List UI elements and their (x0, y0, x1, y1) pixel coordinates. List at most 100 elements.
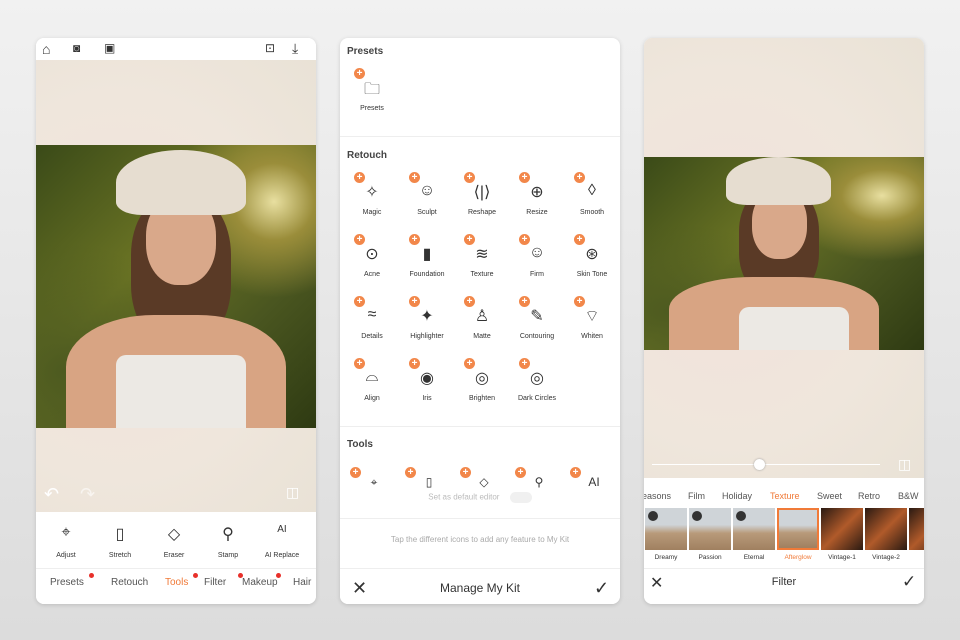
default-editor-toggle[interactable] (509, 492, 532, 503)
add-icon[interactable]: + (460, 467, 471, 478)
kit-item-align[interactable]: + ⌓ Align (344, 358, 400, 410)
compare-icon[interactable]: ⊡ (265, 41, 275, 55)
tool-label: AI Replace (264, 552, 300, 559)
filter-thumb-dreamy[interactable] (645, 508, 687, 550)
feature-icon: ⌓ (365, 368, 379, 385)
redo-icon[interactable]: ↷ (80, 484, 95, 505)
filter-category-sweet[interactable]: Sweet (817, 491, 842, 501)
photo (36, 145, 316, 428)
kit-item-texture[interactable]: + ≋ Texture (454, 234, 510, 286)
home-icon[interactable]: ⌂ (42, 41, 50, 57)
manage-kit-panel: Presets Retouch Tools Set as default edi… (340, 38, 620, 604)
compare-split-icon[interactable]: ◫ (286, 484, 299, 501)
tool-stamp[interactable]: ⚲ Stamp (200, 522, 256, 564)
tab-retouch[interactable]: Retouch (111, 577, 148, 588)
add-icon[interactable]: + (405, 467, 416, 478)
kit-item-reshape[interactable]: + ⟨|⟩ Reshape (454, 172, 510, 224)
kit-item-smooth[interactable]: + ◊ Smooth (564, 172, 620, 224)
kit-tool-item[interactable]: + ⌖ (344, 467, 400, 489)
compare-split-icon[interactable]: ◫ (898, 456, 911, 473)
kit-item-acne[interactable]: + ⊙ Acne (344, 234, 400, 286)
feature-icon: ⊙ (365, 246, 379, 263)
kit-tool-item[interactable]: + ⚲ (509, 467, 565, 489)
feature-label: Reshape (467, 209, 497, 216)
kit-item-matte[interactable]: + ♙ Matte (454, 296, 510, 348)
feature-icon: 🗀 (363, 81, 380, 98)
feature-icon: ◇ (479, 475, 489, 489)
panel-title: Filter (771, 576, 797, 588)
kit-item-foundation[interactable]: + ▮ Foundation (399, 234, 455, 286)
tool-eraser[interactable]: ◇ Eraser (146, 522, 202, 564)
feature-label: Contouring (519, 333, 555, 340)
kit-item-brighten[interactable]: + ◎ Brighten (454, 358, 510, 410)
tab-makeup[interactable]: Makeup (242, 577, 278, 588)
feature-label: Dark Circles (517, 395, 557, 402)
tab-hair[interactable]: Hair (293, 577, 311, 588)
filter-label: Dreamy (654, 554, 678, 561)
feature-label: Iris (422, 395, 432, 402)
tool-adjust[interactable]: ⌖ Adjust (38, 522, 94, 564)
feature-icon: ✧ (365, 184, 379, 201)
notification-dot (275, 573, 281, 578)
tool-stretch[interactable]: ▯ Stretch (92, 522, 148, 564)
feature-label: Foundation (409, 271, 445, 278)
add-icon[interactable]: + (350, 467, 361, 478)
filter-label: Vintage-1 (828, 554, 856, 561)
filter-thumb-vin[interactable] (909, 508, 924, 550)
kit-item-highlighter[interactable]: + ✦ Highlighter (399, 296, 455, 348)
kit-item-skin-tone[interactable]: + ⊛ Skin Tone (564, 234, 620, 286)
kit-item-presets[interactable]: + 🗀 Presets (344, 68, 400, 120)
kit-tool-item[interactable]: + AI (564, 467, 620, 489)
default-editor-label: Set as default editor (340, 492, 620, 503)
kit-item-whiten[interactable]: + ⌔ Whiten (564, 296, 620, 348)
filter-category-holiday[interactable]: Holiday (722, 491, 752, 501)
tool-label: Adjust (56, 552, 76, 559)
undo-icon[interactable]: ↶ (44, 484, 59, 505)
kit-item-contouring[interactable]: + ✎ Contouring (509, 296, 565, 348)
kit-item-iris[interactable]: + ◉ Iris (399, 358, 455, 410)
filter-thumb-eternal[interactable] (733, 508, 775, 550)
kit-item-resize[interactable]: + ⊕ Resize (509, 172, 565, 224)
confirm-check-icon[interactable]: ✓ (594, 578, 609, 599)
section-title-presets: Presets (347, 46, 384, 57)
kit-tool-item[interactable]: + ◇ (454, 467, 510, 489)
add-icon[interactable]: + (570, 467, 581, 478)
panel-title: Manage My Kit (439, 581, 521, 595)
feature-icon: ▮ (422, 246, 432, 263)
tool-label: Stretch (108, 552, 132, 559)
kit-item-details[interactable]: + ≈ Details (344, 296, 400, 348)
tool-icon: ⚲ (222, 526, 234, 543)
tab-filter[interactable]: Filter (204, 577, 226, 588)
filter-category-easons[interactable]: easons (644, 491, 671, 501)
tab-presets[interactable]: Presets (50, 577, 84, 588)
camera-icon[interactable]: ◙ (73, 41, 80, 55)
feature-label: Resize (526, 209, 548, 216)
add-icon[interactable]: + (515, 467, 526, 478)
filter-thumb-vintage-2[interactable] (865, 508, 907, 550)
feature-icon: ⌖ (370, 475, 378, 489)
filter-category-bw[interactable]: B&W (898, 491, 919, 501)
tool-icon: ◇ (167, 526, 181, 543)
tool-ai-replace[interactable]: AI AI Replace (254, 522, 310, 564)
filter-category-retro[interactable]: Retro (858, 491, 880, 501)
tool-icon: ⌖ (61, 524, 71, 541)
feature-icon: ⊕ (530, 184, 544, 201)
gallery-icon[interactable]: ▣ (104, 41, 115, 55)
filter-thumb-passion[interactable] (689, 508, 731, 550)
tab-tools[interactable]: Tools (165, 577, 188, 588)
download-icon[interactable]: ⤓ (292, 40, 298, 57)
kit-item-sculpt[interactable]: + ☺ Sculpt (399, 172, 455, 224)
kit-item-firm[interactable]: + ☺ Firm (509, 234, 565, 286)
kit-item-dark-circles[interactable]: + ◎ Dark Circles (509, 358, 565, 410)
kit-item-magic[interactable]: + ✧ Magic (344, 172, 400, 224)
filter-thumb-vintage-1[interactable] (821, 508, 863, 550)
photo (644, 157, 924, 350)
confirm-check-icon[interactable]: ✓ (902, 572, 916, 592)
filter-thumb-afterglow[interactable] (777, 508, 819, 550)
hint-text: Tap the different icons to add any featu… (390, 535, 570, 544)
filter-panel: ◫ ✕ Filter ✓ easons Film Holiday Texture Swe… (644, 38, 924, 604)
intensity-slider[interactable] (652, 464, 880, 465)
kit-tool-item[interactable]: + ▯ (399, 467, 455, 489)
filter-category-film[interactable]: Film (688, 491, 705, 501)
filter-category-texture[interactable]: Texture (770, 491, 800, 501)
